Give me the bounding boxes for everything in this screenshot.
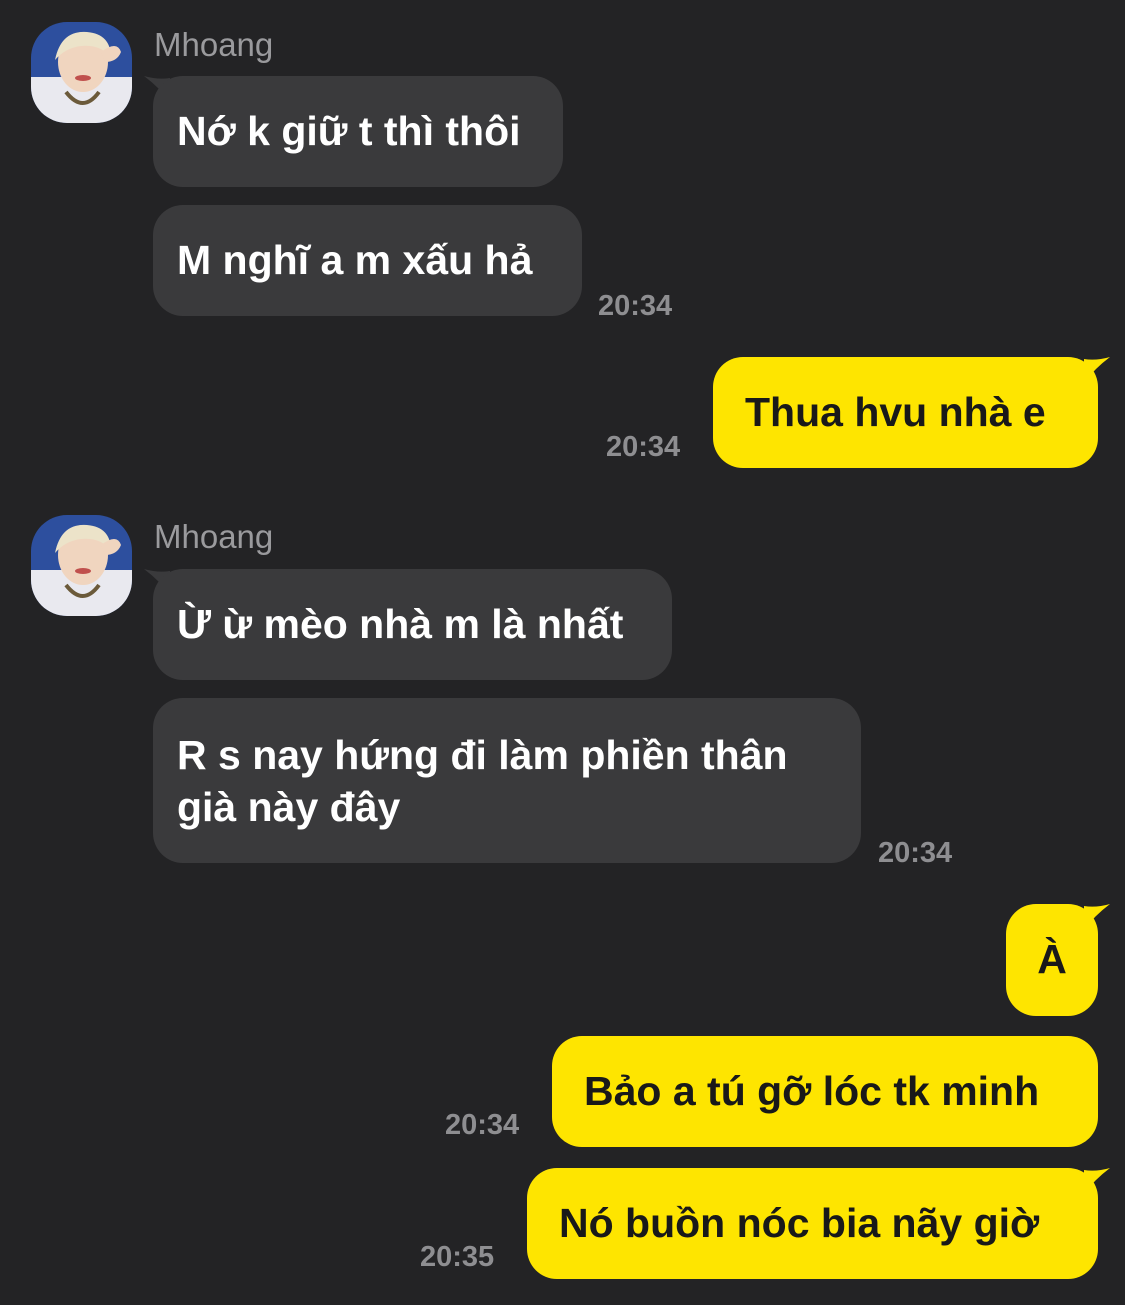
sender-avatar[interactable] <box>31 22 132 123</box>
message-timestamp: 20:34 <box>445 1109 520 1141</box>
sender-avatar[interactable] <box>31 515 132 616</box>
bubble-tail <box>1084 904 1110 930</box>
bubble-tail <box>1084 357 1110 383</box>
outgoing-message[interactable]: Bảo a tú gỡ lóc tk minh <box>552 1036 1098 1147</box>
sender-name: Mhoang <box>154 26 274 63</box>
bubble-tail <box>1084 1168 1110 1194</box>
outgoing-message[interactable]: Thua hvu nhà e <box>713 357 1098 468</box>
incoming-message[interactable]: Nớ k giữ t thì thôi <box>153 76 563 187</box>
avatar-image <box>31 515 132 616</box>
incoming-message[interactable]: R s nay hứng đi làm phiền thân già này đ… <box>153 698 861 863</box>
incoming-message[interactable]: M nghĩ a m xấu hả <box>153 205 582 316</box>
outgoing-message[interactable]: Nó buồn nóc bia nãy giờ <box>527 1168 1098 1279</box>
incoming-message[interactable]: Ừ ừ mèo nhà m là nhất <box>153 569 672 680</box>
message-timestamp: 20:35 <box>420 1241 495 1273</box>
message-timestamp: 20:34 <box>878 837 953 869</box>
message-timestamp: 20:34 <box>598 290 673 322</box>
avatar-image <box>31 22 132 123</box>
sender-name: Mhoang <box>154 518 274 555</box>
message-timestamp: 20:34 <box>606 431 681 463</box>
